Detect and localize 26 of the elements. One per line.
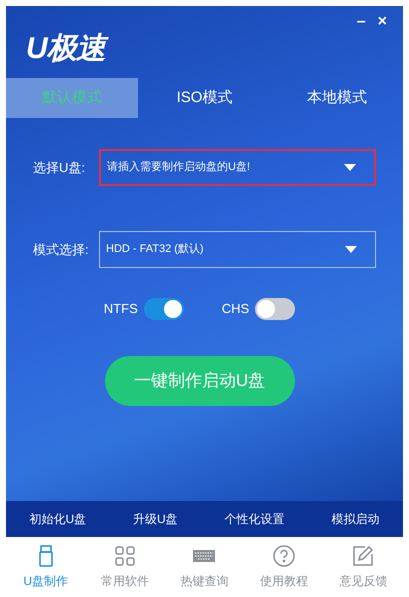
- tool-link[interactable]: 个性化设置: [224, 510, 285, 528]
- dropdown-field[interactable]: 请插入需要制作启动盘的U盘!: [99, 149, 376, 186]
- close-button[interactable]: ×: [378, 14, 387, 30]
- tool-link[interactable]: 初始化U盘: [29, 510, 86, 528]
- tool-link[interactable]: 升级U盘: [133, 510, 178, 528]
- mode-tab[interactable]: ISO模式: [138, 78, 271, 118]
- field-label: 模式选择:: [33, 240, 90, 259]
- caret-icon: [344, 164, 356, 171]
- nav-tab[interactable]: 使用教程: [248, 544, 319, 590]
- help-icon: [272, 544, 296, 568]
- mode-tab[interactable]: 本地模式: [270, 78, 403, 118]
- caret-icon: [345, 246, 357, 253]
- minimize-button[interactable]: –: [356, 14, 366, 30]
- nav-tab[interactable]: U盘制作: [10, 544, 81, 590]
- edit-icon: [351, 544, 376, 568]
- nav-tab[interactable]: 热键查询: [169, 544, 240, 590]
- toggle-label: NTFS: [104, 300, 138, 318]
- tool-link[interactable]: 模拟启动: [332, 510, 380, 528]
- field-label: 选择U盘:: [33, 158, 86, 177]
- grid-icon: [113, 544, 138, 568]
- nav-tab[interactable]: 常用软件: [90, 544, 160, 590]
- nav-tab[interactable]: 意见反馈: [328, 544, 398, 590]
- dropdown-field[interactable]: HDD - FAT32 (默认): [99, 231, 376, 268]
- toggle-label: CHS: [222, 300, 250, 318]
- toggle-switch[interactable]: [144, 298, 184, 320]
- toggle-switch[interactable]: [255, 298, 296, 320]
